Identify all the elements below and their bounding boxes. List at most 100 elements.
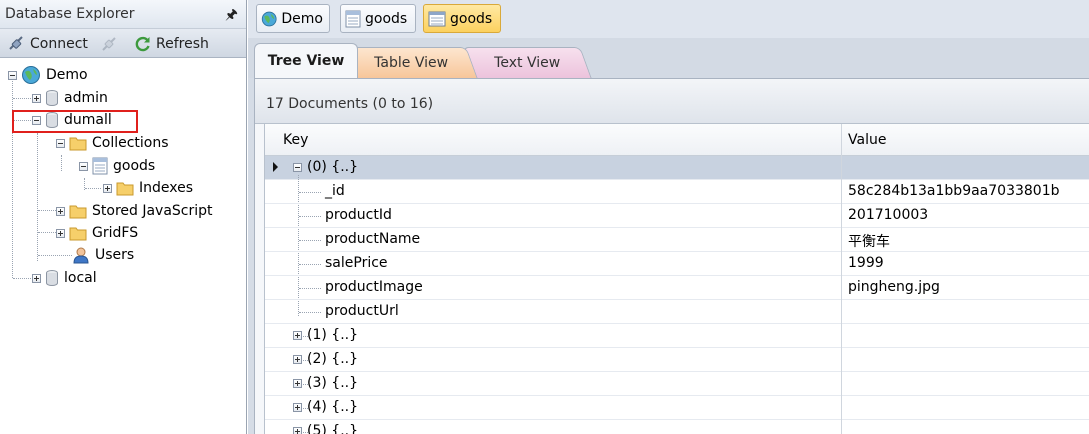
table-row[interactable]: productId 201710003 <box>265 204 1089 228</box>
collection-icon <box>92 157 108 175</box>
row-key: productUrl <box>325 303 399 319</box>
database-icon <box>46 90 58 106</box>
refresh-label: Refresh <box>156 36 209 52</box>
row-key: (1) {..} <box>307 327 358 343</box>
table-row[interactable]: (2) {..} <box>265 348 1089 372</box>
disconnect-button[interactable] <box>100 33 118 55</box>
user-icon <box>73 247 89 264</box>
table-row[interactable]: (0) {..} <box>265 156 1089 180</box>
document-count: 17 Documents (0 to 16) <box>266 96 434 112</box>
users-label: Users <box>95 247 135 263</box>
folder-label: Collections <box>92 135 169 151</box>
row-key: (5) {..} <box>307 423 358 434</box>
tree-node-server[interactable]: Demo <box>8 64 88 86</box>
row-key: productImage <box>325 279 423 295</box>
expand-icon[interactable] <box>56 228 65 238</box>
collapse-icon[interactable] <box>56 138 65 148</box>
collapse-icon[interactable] <box>293 163 302 172</box>
folder-icon <box>69 205 87 218</box>
table-row[interactable]: _id 58c284b13a1bb9aa7033801b <box>265 180 1089 204</box>
doc-tab-label: Demo <box>281 10 323 27</box>
tree-node-users[interactable]: Users <box>72 244 134 266</box>
expand-icon[interactable] <box>293 427 302 434</box>
expand-icon[interactable] <box>293 403 302 412</box>
row-key: _id <box>325 183 345 199</box>
expand-icon[interactable] <box>56 206 65 216</box>
doc-tab-label: goods <box>365 10 408 27</box>
refresh-icon <box>135 36 150 52</box>
column-separator[interactable] <box>841 124 842 434</box>
row-key: salePrice <box>325 255 388 271</box>
expand-icon[interactable] <box>293 379 302 388</box>
folder-icon <box>116 182 134 195</box>
highlight-box <box>12 110 138 133</box>
row-value: 201710003 <box>848 207 929 223</box>
tree-node-collection-goods[interactable]: goods <box>79 155 155 177</box>
explorer-toolbar: Connect Refresh <box>0 29 246 58</box>
tab-label: Text View <box>494 55 561 71</box>
row-pointer-icon <box>273 162 278 172</box>
collection-icon <box>428 11 446 26</box>
tree-node-stored-javascript[interactable]: Stored JavaScript <box>56 200 213 222</box>
expand-icon[interactable] <box>32 273 41 283</box>
tab-text-view[interactable]: Text View <box>462 47 592 78</box>
doc-tab-demo[interactable]: Demo <box>256 4 330 33</box>
row-value: 1999 <box>848 255 884 271</box>
grid-header: Key Value <box>265 124 1089 156</box>
column-header-value[interactable]: Value <box>848 132 886 148</box>
document-count-bar: 17 Documents (0 to 16) <box>255 79 1089 124</box>
tab-tree-view[interactable]: Tree View <box>254 43 358 78</box>
folder-label: GridFS <box>92 225 139 241</box>
tree-node-gridfs[interactable]: GridFS <box>56 222 138 244</box>
table-row[interactable]: productName 平衡车 <box>265 228 1089 252</box>
row-value: 平衡车 <box>848 234 890 250</box>
expand-icon[interactable] <box>103 183 112 193</box>
table-row[interactable]: (4) {..} <box>265 396 1089 420</box>
tree-node-db-local[interactable]: local <box>32 267 97 289</box>
doc-tab-goods-active[interactable]: goods <box>423 4 501 33</box>
table-row[interactable]: productImage pingheng.jpg <box>265 276 1089 300</box>
row-value: 58c284b13a1bb9aa7033801b <box>848 183 1060 199</box>
document-area: Demo goods goods Text View Table View Tr… <box>248 0 1089 434</box>
server-globe-icon <box>22 66 40 84</box>
column-header-key[interactable]: Key <box>283 132 308 148</box>
expand-icon[interactable] <box>293 331 302 340</box>
doc-tab-goods[interactable]: goods <box>340 4 416 33</box>
folder-icon <box>69 137 87 150</box>
table-row[interactable]: (3) {..} <box>265 372 1089 396</box>
table-row[interactable]: (1) {..} <box>265 324 1089 348</box>
table-row[interactable]: productUrl <box>265 300 1089 324</box>
db-label: admin <box>64 90 108 106</box>
tree-node-indexes[interactable]: Indexes <box>103 177 193 199</box>
tree-view-content: 17 Documents (0 to 16) Key Value (0) {..… <box>254 78 1089 434</box>
collection-label: goods <box>113 158 156 174</box>
tab-table-view[interactable]: Table View <box>344 47 478 78</box>
server-label: Demo <box>46 67 88 83</box>
database-icon <box>46 270 58 286</box>
view-tab-strip: Text View Table View Tree View <box>248 38 1089 78</box>
table-row[interactable]: salePrice 1999 <box>265 252 1089 276</box>
row-key: (2) {..} <box>307 351 358 367</box>
expand-icon[interactable] <box>32 93 41 103</box>
disconnect-icon <box>102 37 116 51</box>
tab-label: Tree View <box>267 53 345 69</box>
row-key: (0) {..} <box>307 159 358 175</box>
row-key: productId <box>325 207 392 223</box>
collapse-icon[interactable] <box>79 161 88 171</box>
row-key: (4) {..} <box>307 399 358 415</box>
doc-tab-label: goods <box>450 10 493 27</box>
table-row[interactable]: (5) {..} <box>265 420 1089 434</box>
connect-icon <box>9 36 23 50</box>
tree-node-db-admin[interactable]: admin <box>32 87 108 109</box>
connect-button[interactable]: Connect <box>8 33 88 55</box>
refresh-button[interactable]: Refresh <box>134 33 209 55</box>
collapse-icon[interactable] <box>8 70 17 80</box>
tree-node-collections[interactable]: Collections <box>56 132 169 154</box>
folder-label: Indexes <box>139 180 194 196</box>
expand-icon[interactable] <box>293 355 302 364</box>
panel-title: Database Explorer <box>5 6 135 22</box>
pin-icon[interactable]: 🖈︎ <box>225 4 238 28</box>
tab-label: Table View <box>374 55 449 71</box>
folder-label: Stored JavaScript <box>92 203 213 219</box>
database-explorer-panel: Database Explorer 🖈︎ Connect Refresh Dem… <box>0 0 247 434</box>
